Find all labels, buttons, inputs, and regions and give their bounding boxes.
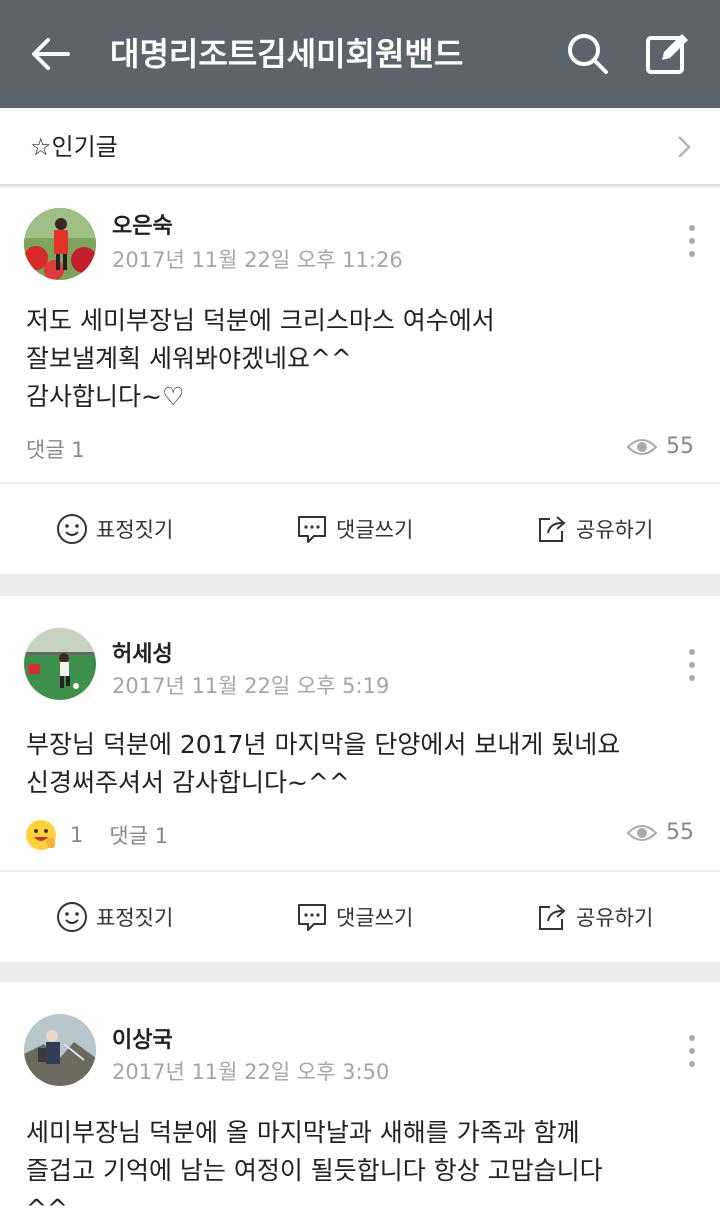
post-meta: 1 댓글 1 [26, 820, 168, 850]
post-date: 2017년 11월 22일 오후 5:19 [112, 674, 390, 698]
app-bar: 대명리조트김세미회원밴드 [0, 0, 720, 108]
view-count-value: 55 [666, 434, 694, 459]
post-body: 부장님 덕분에 2017년 마지막을 단양에서 보내게 됬네요 신경써주셔서 감… [26, 730, 621, 797]
smile-icon [57, 902, 87, 932]
share-label: 공유하기 [576, 906, 654, 930]
view-count-value: 55 [666, 820, 694, 845]
post-actions: 표정짓기 댓글쓰기 공유하기 [0, 872, 720, 962]
post-card: 허세성 2017년 11월 22일 오후 5:19 부장님 덕분에 2017년 … [0, 596, 720, 962]
back-arrow-icon[interactable] [28, 32, 72, 76]
post-author[interactable]: 허세성 [112, 636, 173, 668]
smile-icon [57, 514, 87, 544]
comment-label: 댓글쓰기 [336, 518, 414, 542]
share-button[interactable]: 공유하기 [536, 484, 653, 574]
post-card: 이상국 2017년 11월 22일 오후 3:50 세미부장님 덕분에 올 마지… [0, 982, 720, 1226]
popular-posts-label: ☆인기글 [30, 133, 118, 161]
post-card: 오은숙 2017년 11월 22일 오후 11:26 저도 세미부장님 덕분에 … [0, 188, 720, 574]
more-options-icon[interactable] [686, 224, 698, 258]
comment-button[interactable]: 댓글쓰기 [296, 484, 413, 574]
post-date: 2017년 11월 22일 오후 3:50 [112, 1060, 390, 1084]
reaction-emoji-icon [26, 820, 56, 850]
comment-label: 댓글쓰기 [336, 906, 414, 930]
comment-button[interactable]: 댓글쓰기 [296, 872, 413, 962]
share-icon [539, 904, 566, 930]
eye-icon [626, 438, 658, 455]
post-meta: 댓글 1 [26, 434, 85, 464]
avatar[interactable] [24, 208, 96, 280]
popular-posts-row[interactable]: ☆인기글 [0, 108, 720, 186]
share-button[interactable]: 공유하기 [536, 872, 653, 962]
share-icon [539, 516, 566, 542]
view-count: 55 [626, 434, 694, 459]
view-count: 55 [626, 820, 694, 845]
post-actions: 표정짓기 댓글쓰기 공유하기 [0, 484, 720, 574]
band-title: 대명리조트김세미회원밴드 [110, 35, 464, 73]
emotion-button[interactable]: 표정짓기 [56, 484, 173, 574]
write-icon[interactable] [644, 30, 690, 76]
emotion-button[interactable]: 표정짓기 [56, 872, 173, 962]
post-body: 저도 세미부장님 덕분에 크리스마스 여수에서 잘보낼계획 세워봐야겠네요^^ … [26, 306, 495, 411]
post-author[interactable]: 이상국 [112, 1022, 173, 1054]
search-icon[interactable] [566, 32, 610, 76]
reaction-count[interactable]: 1 [70, 823, 83, 847]
post-date: 2017년 11월 22일 오후 11:26 [112, 248, 403, 272]
emotion-label: 표정짓기 [96, 906, 174, 930]
avatar[interactable] [24, 628, 96, 700]
emotion-label: 표정짓기 [96, 518, 174, 542]
post-author[interactable]: 오은숙 [112, 208, 173, 240]
post-body: 세미부장님 덕분에 올 마지막날과 새해를 가족과 함께 즐겁고 기억에 남는 … [26, 1118, 603, 1223]
eye-icon [626, 824, 658, 841]
comment-count[interactable]: 댓글 1 [109, 820, 168, 850]
share-label: 공유하기 [576, 518, 654, 542]
avatar[interactable] [24, 1014, 96, 1086]
comment-icon [298, 516, 326, 543]
chevron-right-icon [678, 136, 691, 158]
band-feed-screen: 대명리조트김세미회원밴드 ☆인기글 오은숙 2017년 11월 22일 오후 1… [0, 0, 720, 1226]
comment-icon [298, 904, 326, 931]
comment-count[interactable]: 댓글 1 [26, 434, 85, 464]
more-options-icon[interactable] [686, 1034, 698, 1068]
more-options-icon[interactable] [686, 648, 698, 682]
